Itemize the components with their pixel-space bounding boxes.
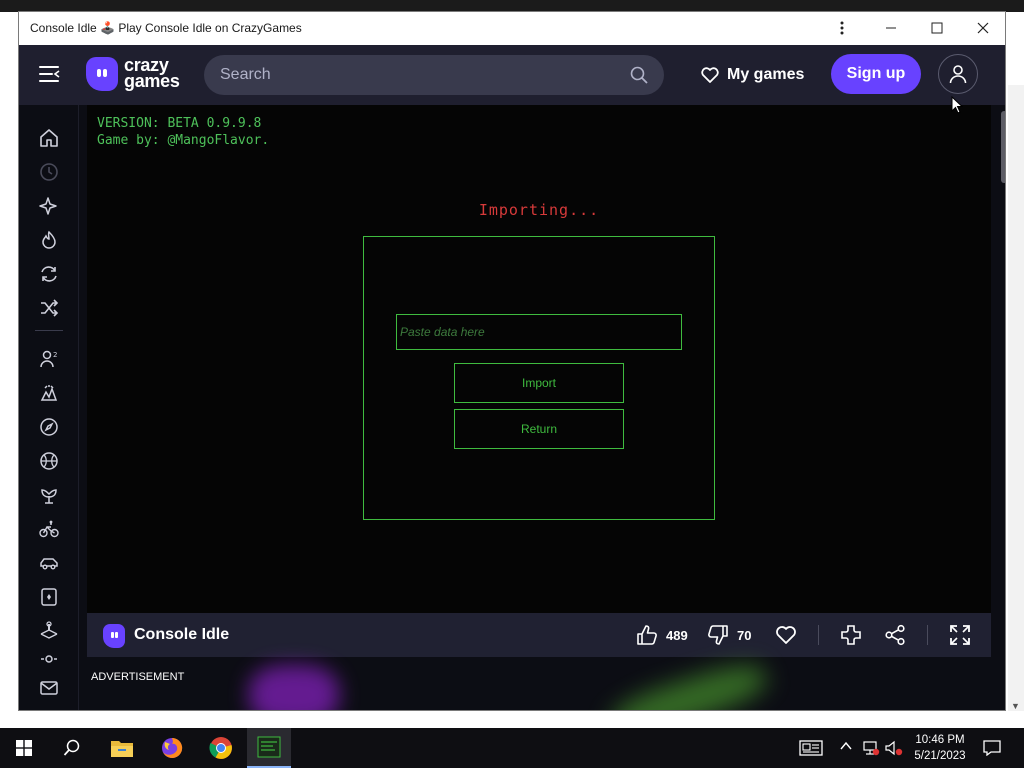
close-icon[interactable] (968, 16, 998, 40)
mail-icon[interactable] (38, 677, 60, 699)
home-icon[interactable] (38, 127, 60, 149)
share-button[interactable] (884, 624, 906, 646)
heart-icon (776, 626, 796, 644)
import-dialog: Import Return (363, 236, 715, 520)
sidebar: 2 (19, 105, 79, 710)
toolbar-divider (927, 625, 928, 645)
car-icon[interactable] (38, 552, 60, 574)
bike-icon[interactable] (38, 518, 60, 540)
taskbar-clock[interactable]: 10:46 PM 5/21/2023 (910, 732, 970, 764)
paste-data-input[interactable] (396, 314, 682, 350)
fullscreen-button[interactable] (949, 624, 971, 646)
my-games-link[interactable]: My games (701, 65, 804, 85)
sign-up-button[interactable]: Sign up (831, 54, 921, 94)
trending-icon[interactable] (38, 229, 60, 251)
action-icon[interactable] (38, 382, 60, 404)
menu-collapse-icon[interactable] (39, 65, 61, 83)
logo-mascot-icon (86, 57, 118, 91)
console-idle-taskbar-icon[interactable] (247, 728, 291, 768)
title-bar: Console Idle 🕹️ Play Console Idle on Cra… (19, 12, 1005, 45)
casual-icon[interactable] (38, 484, 60, 506)
svg-text:2: 2 (53, 351, 57, 359)
scroll-down-arrow-icon[interactable]: ▼ (1011, 701, 1020, 711)
adventure-icon[interactable] (38, 416, 60, 438)
game-logo-icon (103, 624, 125, 648)
like-button[interactable]: 489 (636, 624, 688, 646)
network-icon[interactable] (862, 740, 880, 759)
taskbar: 10:46 PM 5/21/2023 (0, 728, 1024, 768)
browser-window: Console Idle 🕹️ Play Console Idle on Cra… (18, 11, 1006, 711)
heart-icon (701, 67, 719, 83)
search-input[interactable] (220, 65, 620, 85)
chevron-up-icon[interactable] (840, 740, 852, 755)
chrome-icon[interactable] (199, 728, 243, 768)
updated-icon[interactable] (38, 263, 60, 285)
my-games-label: My games (727, 66, 805, 83)
game-frame[interactable]: VERSION: BETA 0.9.9.8 Game by: @MangoFla… (87, 105, 991, 613)
import-status: Importing... (478, 201, 600, 219)
taskbar-search-icon[interactable] (50, 728, 94, 768)
like-count: 489 (666, 627, 688, 643)
card-icon[interactable] (38, 586, 60, 608)
notifications-icon[interactable] (983, 740, 1001, 759)
search-icon[interactable] (630, 66, 648, 89)
desktop-scrollbar[interactable]: ▼ (1008, 85, 1024, 711)
volume-muted-icon[interactable] (885, 740, 903, 759)
dislike-button[interactable]: 70 (707, 624, 751, 646)
user-icon (949, 65, 967, 84)
maximize-icon[interactable] (922, 16, 952, 40)
menu-icon[interactable] (827, 16, 857, 40)
clock-date: 5/21/2023 (914, 750, 966, 762)
page-scrollbar[interactable] (1001, 105, 1005, 710)
ad-graphic (606, 656, 772, 710)
clicker-icon[interactable] (38, 620, 60, 642)
desktop-left-strip (0, 12, 18, 728)
sidebar-divider (35, 330, 63, 331)
file-explorer-icon[interactable] (100, 728, 144, 768)
thumbs-up-icon (637, 625, 657, 645)
news-icon[interactable] (799, 740, 823, 759)
user-account-button[interactable] (938, 54, 978, 94)
mouse-cursor-icon (951, 96, 963, 114)
windows-start-icon[interactable] (2, 728, 46, 768)
return-button[interactable]: Return (454, 409, 624, 449)
window-title: Console Idle 🕹️ Play Console Idle on Cra… (30, 21, 302, 35)
multiplayer-icon[interactable]: 2 (38, 348, 60, 370)
share-icon (885, 624, 905, 646)
minimize-icon[interactable] (876, 16, 906, 40)
site-header: crazy games My games Sign up (19, 45, 1005, 105)
main-content: VERSION: BETA 0.9.9.8 Game by: @MangoFla… (79, 105, 1005, 710)
random-icon[interactable] (38, 297, 60, 319)
new-icon[interactable] (38, 195, 60, 217)
game-toolbar: Console Idle 489 70 (87, 613, 991, 657)
advertisement-label: ADVERTISEMENT (91, 671, 185, 683)
thumbs-down-icon (708, 625, 728, 645)
ad-graphic (249, 665, 339, 710)
game-version-text: VERSION: BETA 0.9.9.8 Game by: @MangoFla… (97, 116, 270, 148)
crazygames-logo[interactable]: crazy games (86, 55, 190, 93)
search-box[interactable] (204, 55, 664, 95)
recent-icon[interactable] (38, 161, 60, 183)
firefox-icon[interactable] (150, 728, 194, 768)
clock-time: 10:46 PM (915, 734, 965, 746)
fullscreen-icon (950, 625, 970, 645)
import-button[interactable]: Import (454, 363, 624, 403)
report-button[interactable] (840, 624, 862, 646)
basketball-icon[interactable] (38, 450, 60, 472)
scrollbar-thumb[interactable] (1001, 111, 1005, 183)
game-title: Console Idle (134, 626, 230, 643)
more-icon[interactable] (38, 654, 60, 664)
favorite-button[interactable] (775, 624, 797, 646)
dislike-count: 70 (737, 627, 752, 643)
toolbar-divider (818, 625, 819, 645)
flag-icon (841, 625, 861, 645)
logo-text: crazy games (124, 55, 180, 91)
